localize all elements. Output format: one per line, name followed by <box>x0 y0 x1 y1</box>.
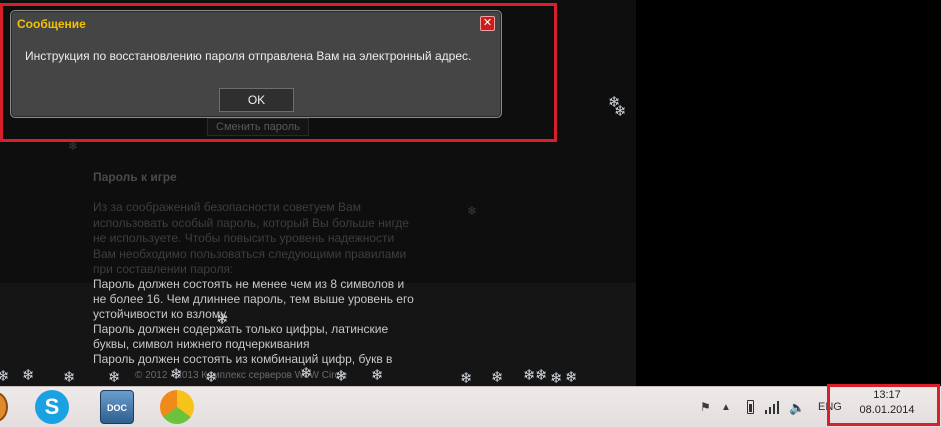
leaf-app-icon[interactable] <box>160 390 194 424</box>
rule-line: не более 16. Чем длиннее пароль, тем выш… <box>93 292 414 306</box>
advice-line: Из за соображений безопасности советуем … <box>93 200 361 214</box>
doc-icon[interactable]: DOC <box>100 390 134 424</box>
snowflake-icon: ❄ <box>565 369 578 386</box>
snowflake-icon: ❄ <box>535 367 548 384</box>
clock-highlight-box <box>827 384 940 426</box>
snowflake-icon: ❄ <box>300 365 313 382</box>
show-hidden-icons-icon[interactable]: ▲ <box>721 387 731 427</box>
skype-icon[interactable]: S <box>35 390 69 424</box>
snowflake-icon: ❄ <box>0 368 10 385</box>
rule-line: устойчивости ко взлому. <box>93 307 229 321</box>
snowflake-icon: ❄ <box>550 370 563 387</box>
dialog-highlight-box <box>0 3 557 142</box>
password-rules-text: Пароль должен состоять не менее чем из 8… <box>93 277 433 367</box>
rule-line: Пароль должен состоять не менее чем из 8… <box>93 277 405 291</box>
snowflake-icon: ❄ <box>460 370 473 387</box>
page-footer: © 2012 - 2013 Комплекс серверов WoW Circ… <box>135 370 348 381</box>
advice-line: не используете. Чтобы повысить уровень н… <box>93 231 395 245</box>
snowflake-icon: ❄ <box>170 366 183 383</box>
snowflake-icon: ❄ <box>22 367 35 384</box>
orange-app-icon[interactable] <box>0 392 8 422</box>
snowflake-icon: ❄ <box>335 368 348 385</box>
snowflake-icon: ❄ <box>63 369 76 386</box>
snowflake-icon: ❄ <box>491 369 504 386</box>
battery-icon[interactable] <box>747 400 754 414</box>
section-title: Пароль к игре <box>93 170 177 184</box>
snowflake-icon: ❄ <box>523 367 536 384</box>
action-center-flag-icon[interactable]: ⚑ <box>700 387 711 427</box>
advice-line: Вам необходимо пользоваться следующими п… <box>93 246 407 261</box>
network-signal-icon[interactable] <box>765 400 781 414</box>
snowflake-icon: ❄ <box>467 204 478 218</box>
snowflake-icon: ❄ <box>614 103 627 120</box>
rule-line: Пароль должен содержать только цифры, ла… <box>93 322 389 336</box>
snowflake-icon: ❄ <box>216 311 229 328</box>
advice-line: при составлении пароля: <box>93 262 234 276</box>
security-advice-text: Из за соображений безопасности советуем … <box>93 200 433 278</box>
snowflake-icon: ❄ <box>108 369 121 386</box>
rule-line: буквы, символ нижнего подчеркивания <box>93 337 310 351</box>
taskbar: S DOC ▲ ⚑ 🔈 ENG <box>0 386 941 427</box>
snowflake-icon: ❄ <box>205 369 218 386</box>
snowflake-icon: ❄ <box>371 367 384 384</box>
rule-line: Пароль должен состоять из комбинаций циф… <box>93 352 393 366</box>
advice-line: использовать особый пароль, который Вы б… <box>93 215 409 230</box>
volume-icon[interactable]: 🔈 <box>789 387 805 427</box>
